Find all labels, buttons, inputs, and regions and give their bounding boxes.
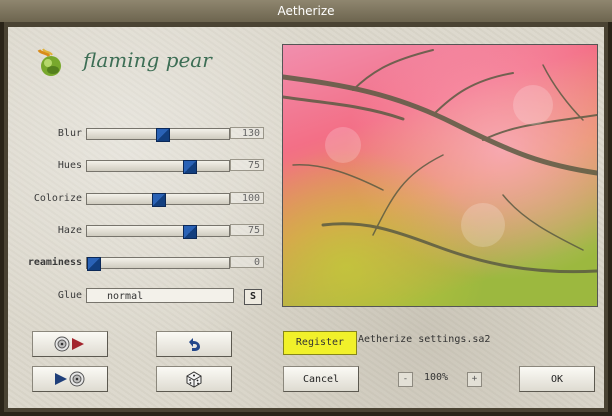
pear-flame-icon: [37, 48, 61, 76]
hues-value[interactable]: 75: [230, 159, 264, 171]
colorize-value[interactable]: 100: [230, 192, 264, 204]
colorize-label: Colorize: [33, 193, 82, 204]
glue-select[interactable]: normal: [86, 288, 234, 303]
disc-arrow-right-icon: [54, 336, 84, 352]
colorize-slider[interactable]: [86, 193, 230, 207]
preview-image[interactable]: [282, 44, 598, 307]
haze-slider-thumb[interactable]: [183, 225, 197, 239]
haze-value[interactable]: 75: [230, 224, 264, 236]
brand-logo: flaming pear: [33, 48, 212, 78]
save-preset-button[interactable]: [32, 331, 108, 357]
dreaminess-slider[interactable]: [86, 257, 230, 271]
glue-s-button[interactable]: S: [244, 289, 262, 305]
haze-slider[interactable]: [86, 225, 230, 239]
load-preset-button[interactable]: [32, 366, 108, 392]
hues-slider-thumb[interactable]: [183, 160, 197, 174]
hues-slider[interactable]: [86, 160, 230, 174]
ok-button[interactable]: OK: [519, 366, 595, 392]
brand-name: flaming pear: [83, 48, 212, 72]
blur-slider-thumb[interactable]: [156, 128, 170, 142]
blur-slider[interactable]: [86, 128, 230, 142]
zoom-level: 100%: [424, 372, 449, 383]
glue-label: Glue: [57, 290, 82, 301]
zoom-out-button[interactable]: -: [398, 372, 413, 387]
dice-icon: [186, 371, 202, 388]
settings-filename: Aetherize settings.sa2: [358, 334, 491, 345]
randomize-button[interactable]: [156, 366, 232, 392]
hues-label: Hues: [57, 160, 82, 171]
window-title: Aetherize: [0, 0, 612, 22]
undo-arrow-icon: [189, 338, 200, 351]
dreaminess-slider-thumb[interactable]: [87, 257, 101, 271]
blur-label: Blur: [57, 128, 82, 139]
register-button[interactable]: Register: [283, 331, 357, 355]
arrow-right-disc-icon: [55, 371, 85, 387]
undo-button[interactable]: [156, 331, 232, 357]
haze-label: Haze: [57, 225, 82, 236]
zoom-in-button[interactable]: +: [467, 372, 482, 387]
dreaminess-label: reaminess: [27, 257, 82, 268]
dreaminess-value[interactable]: 0: [230, 256, 264, 268]
blur-value[interactable]: 130: [230, 127, 264, 139]
cancel-button[interactable]: Cancel: [283, 366, 359, 392]
colorize-slider-thumb[interactable]: [152, 193, 166, 207]
